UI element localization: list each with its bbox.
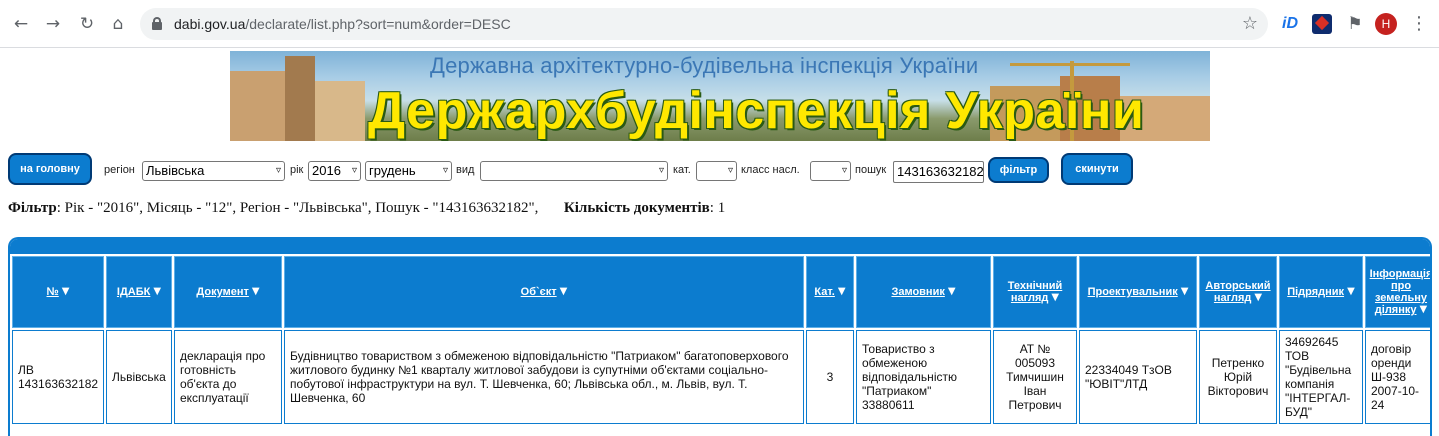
search-label: пошук bbox=[855, 164, 887, 176]
col-header-document[interactable]: Документ ▼ bbox=[174, 256, 282, 328]
sort-arrow-icon[interactable]: ▼ bbox=[1420, 304, 1428, 315]
col-header-label: Кат. bbox=[814, 286, 835, 298]
declarations-table-panel: № ▼ ІДАБК ▼ Документ ▼ Об`єкт ▼ Кат. ▼ Замовн… bbox=[8, 237, 1432, 436]
col-header-label: Проектувальник bbox=[1087, 286, 1178, 298]
profile-avatar[interactable]: H bbox=[1375, 13, 1397, 35]
forward-icon[interactable]: → bbox=[42, 13, 64, 35]
reload-icon[interactable]: ↻ bbox=[76, 13, 98, 35]
col-header-label: ІДАБК bbox=[116, 286, 151, 298]
class-select[interactable]: ▿ bbox=[810, 161, 851, 181]
col-header-idabk[interactable]: ІДАБК ▼ bbox=[106, 256, 172, 328]
region-select[interactable]: Львівська ▿ bbox=[142, 161, 285, 181]
chevron-down-icon: ▿ bbox=[442, 165, 448, 176]
col-header-num[interactable]: № ▼ bbox=[12, 256, 104, 328]
url-path: /declarate/list.php?sort=num&order=DESC bbox=[245, 16, 511, 32]
col-header-designer[interactable]: Проектувальник ▼ bbox=[1079, 256, 1197, 328]
filter-summary-text: : Рік - "2016", Місяць - "12", Регіон - … bbox=[56, 200, 539, 216]
col-header-object[interactable]: Об`єкт ▼ bbox=[284, 256, 804, 328]
sort-arrow-icon[interactable]: ▼ bbox=[252, 286, 260, 297]
chevron-down-icon: ▿ bbox=[727, 165, 733, 176]
category-label: кат. bbox=[673, 164, 691, 176]
kind-select[interactable]: ▿ bbox=[480, 161, 668, 181]
cell-customer: Товариство з обмеженою відповідальністю … bbox=[856, 330, 991, 424]
address-bar[interactable]: dabi.gov.ua/declarate/list.php?sort=num&… bbox=[140, 8, 1268, 40]
chevron-down-icon: ▿ bbox=[275, 165, 281, 176]
col-header-customer[interactable]: Замовник ▼ bbox=[856, 256, 991, 328]
sort-arrow-icon[interactable]: ▼ bbox=[62, 286, 70, 297]
cell-num: ЛВ 143163632182 bbox=[12, 330, 104, 424]
chevron-down-icon: ▿ bbox=[841, 165, 847, 176]
sort-arrow-icon[interactable]: ▼ bbox=[153, 286, 161, 297]
col-header-label: № bbox=[46, 286, 59, 298]
filter-summary: Фільтр: Рік - "2016", Місяць - "12", Рег… bbox=[8, 200, 725, 217]
extensions-puzzle-icon[interactable]: ⚑ bbox=[1345, 14, 1365, 34]
col-header-label: Документ bbox=[196, 286, 249, 298]
table-header-row: № ▼ ІДАБК ▼ Документ ▼ Об`єкт ▼ Кат. ▼ Замовн… bbox=[12, 256, 1430, 328]
sort-arrow-icon[interactable]: ▼ bbox=[1347, 286, 1355, 297]
home-icon[interactable]: ⌂ bbox=[107, 13, 129, 35]
home-button[interactable]: на головну bbox=[8, 153, 92, 185]
extension-id-icon[interactable]: iD bbox=[1280, 14, 1300, 34]
banner-title: Держархбудінспекція України bbox=[368, 82, 1145, 140]
browser-toolbar: ← → ↻ ⌂ dabi.gov.ua/declarate/list.php?s… bbox=[0, 0, 1439, 48]
col-header-author-supervision[interactable]: Авторський нагляд ▼ bbox=[1199, 256, 1277, 328]
sort-arrow-icon[interactable]: ▼ bbox=[1181, 286, 1189, 297]
class-label: класс насл. bbox=[741, 164, 800, 176]
year-select[interactable]: 2016 ▿ bbox=[308, 161, 361, 181]
col-header-label: Замовник bbox=[891, 286, 945, 298]
cell-contractor: 34692645 ТОВ "Будівельна компанія "ІНТЕР… bbox=[1279, 330, 1363, 424]
year-label: рік bbox=[290, 164, 304, 176]
col-header-label: Підрядник bbox=[1287, 286, 1345, 298]
region-select-value: Львівська bbox=[146, 163, 205, 178]
sort-arrow-icon[interactable]: ▼ bbox=[948, 286, 956, 297]
reset-button[interactable]: скинути bbox=[1061, 153, 1133, 185]
url-text[interactable]: dabi.gov.ua/declarate/list.php?sort=num&… bbox=[174, 8, 511, 40]
sort-arrow-icon[interactable]: ▼ bbox=[560, 286, 568, 297]
document-count-value: : 1 bbox=[709, 200, 726, 216]
cell-land-info: договір оренди Ш-938 2007-10-24 bbox=[1365, 330, 1430, 424]
bookmark-star-icon[interactable]: ☆ bbox=[1242, 8, 1258, 40]
col-header-category[interactable]: Кат. ▼ bbox=[806, 256, 854, 328]
filter-summary-label: Фільтр bbox=[8, 200, 57, 216]
filter-bar: на головну регіон Львівська ▿ рік 2016 ▿ г… bbox=[0, 152, 1439, 188]
sort-arrow-icon[interactable]: ▼ bbox=[838, 286, 846, 297]
url-host: dabi.gov.ua bbox=[174, 16, 246, 32]
cell-document: декларація про готовність об'єкта до екс… bbox=[174, 330, 282, 424]
region-label: регіон bbox=[104, 164, 135, 176]
cell-object: Будівництво товариством з обмеженою відп… bbox=[284, 330, 804, 424]
col-header-contractor[interactable]: Підрядник ▼ bbox=[1279, 256, 1363, 328]
table-top-bar bbox=[10, 239, 1430, 254]
chevron-down-icon: ▿ bbox=[658, 165, 664, 176]
sort-arrow-icon[interactable]: ▼ bbox=[1254, 292, 1262, 303]
back-icon[interactable]: ← bbox=[10, 13, 32, 35]
document-count-label: Кількість документів bbox=[563, 200, 710, 216]
cell-tech-supervision: АТ № 005093 Тимчишин Іван Петрович bbox=[993, 330, 1077, 424]
cell-category: 3 bbox=[806, 330, 854, 424]
filter-button[interactable]: фільтр bbox=[988, 157, 1049, 183]
declarations-table: № ▼ ІДАБК ▼ Документ ▼ Об`єкт ▼ Кат. ▼ Замовн… bbox=[10, 254, 1430, 426]
site-banner: Державна архітектурно-будівельна інспекц… bbox=[230, 51, 1210, 141]
col-header-tech-supervision[interactable]: Технічний нагляд ▼ bbox=[993, 256, 1077, 328]
chevron-down-icon: ▿ bbox=[351, 165, 357, 176]
col-header-land-info[interactable]: Інформація про земельну ділянку ▼ bbox=[1365, 256, 1430, 328]
sort-arrow-icon[interactable]: ▼ bbox=[1051, 292, 1059, 303]
year-select-value: 2016 bbox=[312, 163, 341, 178]
kind-label: вид bbox=[456, 164, 475, 176]
banner-subtitle: Державна архітектурно-будівельна інспекц… bbox=[430, 53, 979, 78]
category-select[interactable]: ▿ bbox=[696, 161, 737, 181]
cell-author-supervision: Петренко Юрій Вікторович bbox=[1199, 330, 1277, 424]
menu-kebab-icon[interactable]: ⋮ bbox=[1410, 12, 1428, 36]
search-input[interactable]: 143163632182 bbox=[893, 161, 984, 183]
col-header-label: Об`єкт bbox=[520, 286, 557, 298]
month-select-value: грудень bbox=[369, 163, 416, 178]
table-row: ЛВ 143163632182 Львівська декларація про… bbox=[12, 330, 1430, 424]
cell-designer: 22334049 ТзОВ "ЮВІТ"ЛТД bbox=[1079, 330, 1197, 424]
month-select[interactable]: грудень ▿ bbox=[365, 161, 452, 181]
extension-flag-icon[interactable] bbox=[1312, 14, 1332, 34]
cell-idabk: Львівська bbox=[106, 330, 172, 424]
lock-icon[interactable] bbox=[152, 17, 162, 30]
